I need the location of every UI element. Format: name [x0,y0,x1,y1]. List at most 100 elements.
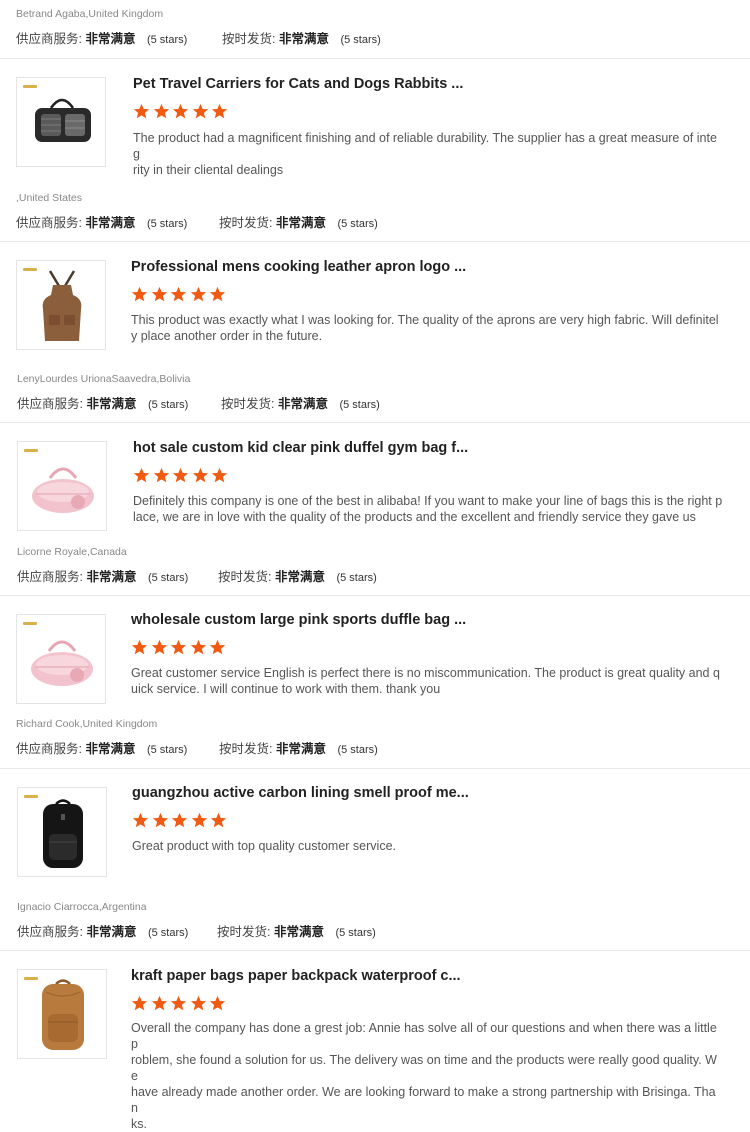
star-icon [151,286,167,302]
product-title[interactable]: Professional mens cooking leather apron … [131,259,466,275]
star-icon [152,812,168,828]
star-icon [170,639,187,655]
product-thumbnail[interactable] [16,260,106,350]
comment-line: This product was exactly what I was look… [131,313,719,327]
review-card: kraft paper bags paper backpack waterpro… [0,951,750,1131]
apron-icon [42,270,82,341]
supplier-service-value: 非常满意 [86,925,137,939]
star-icon [133,467,150,483]
ratings-row: 供应商服务: 非常满意 (5 stars) 按时发货: 非常满意 (5 star… [17,393,380,412]
comment-line: The product had a magnificent finishing … [133,131,717,161]
supplier-service-label: 供应商服务: [16,742,82,756]
star-icon [151,639,167,655]
star-icon [211,103,228,119]
reviewer-name: LenyLourdes UrionaSaavedra,Bolivia [17,373,191,385]
star-rating [131,995,229,1013]
product-title[interactable]: kraft paper bags paper backpack waterpro… [131,968,461,984]
comment-line: Great product with top quality customer … [132,839,397,853]
star-icon [131,639,148,655]
product-thumbnail[interactable] [16,614,106,704]
star-rating [131,639,229,657]
product-thumbnail[interactable] [17,787,107,877]
supplier-service-label: 供应商服务: [17,925,83,939]
product-title[interactable]: guangzhou active carbon lining smell pro… [132,785,469,801]
supplier-service-value: 非常满意 [86,397,137,411]
supplier-service-stars: (5 stars) [147,399,189,411]
ratings-row: 供应商服务: 非常满意 (5 stars) 按时发货: 非常满意 (5 star… [16,738,378,757]
star-icon [191,812,207,828]
product-thumbnail[interactable] [17,969,107,1059]
star-rating [133,103,231,121]
pink-duffel-bag-icon [31,640,93,686]
supplier-service-stars: (5 stars) [146,34,188,46]
comment-line: lace, we are in love with the quality of… [133,510,696,524]
star-icon [210,812,227,828]
star-icon [190,286,206,302]
on-time-group: 按时发货: 非常满意 (5 stars) [221,393,380,412]
on-time-value: 非常满意 [274,570,325,584]
comment-line: rity in their cliental dealings [133,163,284,177]
on-time-label: 按时发货: [217,925,271,939]
star-icon [153,103,169,119]
on-time-value: 非常满意 [275,742,326,756]
on-time-label: 按时发货: [222,32,276,46]
on-time-label: 按时发货: [218,570,272,584]
ratings-row: 供应商服务: 非常满意 (5 stars) 按时发货: 非常满意 (5 star… [17,566,377,585]
pet-carrier-icon [35,98,91,142]
ratings-row: 供应商服务: 非常满意 (5 stars) 按时发货: 非常满意 (5 star… [16,28,381,47]
on-time-group: 按时发货: 非常满意 (5 stars) [218,566,377,585]
supplier-service-label: 供应商服务: [16,32,82,46]
supplier-service-stars: (5 stars) [146,744,188,756]
star-icon [209,639,226,655]
product-thumbnail[interactable] [17,441,107,531]
review-card: guangzhou active carbon lining smell pro… [0,769,750,951]
product-title[interactable]: Pet Travel Carriers for Cats and Dogs Ra… [133,76,463,92]
supplier-service-label: 供应商服务: [17,570,83,584]
review-comment: Great product with top quality customer … [132,838,722,854]
review-card: Professional mens cooking leather apron … [0,242,750,423]
on-time-stars: (5 stars) [339,399,380,411]
review-card: wholesale custom large pink sports duffl… [0,596,750,769]
star-icon [131,995,148,1011]
supplier-service-stars: (5 stars) [147,572,189,584]
product-title[interactable]: hot sale custom kid clear pink duffel gy… [133,440,468,456]
comment-line: Great customer service English is perfec… [131,666,720,680]
kraft-backpack-icon [42,979,84,1050]
comment-line: ks. [131,1117,147,1131]
supplier-service-label: 供应商服务: [17,397,83,411]
star-icon [153,467,169,483]
review-comment: Overall the company has done a grest job… [131,1020,721,1132]
star-icon [151,995,167,1011]
on-time-group: 按时发货: 非常满意 (5 stars) [217,921,376,940]
product-title[interactable]: wholesale custom large pink sports duffl… [131,612,466,628]
on-time-value: 非常满意 [278,32,329,46]
pink-duffel-bag-icon [32,467,94,513]
star-rating [131,286,229,304]
review-card: hot sale custom kid clear pink duffel gy… [0,423,750,596]
comment-line: Overall the company has done a grest job… [131,1021,717,1051]
star-icon [190,639,206,655]
star-icon [172,467,189,483]
reviewer-name: Ignacio Ciarrocca,Argentina [17,901,147,913]
black-backpack-icon [43,799,83,868]
supplier-service-stars: (5 stars) [147,927,189,939]
supplier-service-label: 供应商服务: [16,216,82,230]
on-time-stars: (5 stars) [340,34,381,46]
on-time-value: 非常满意 [277,397,328,411]
on-time-stars: (5 stars) [336,572,377,584]
reviewer-name: Licorne Royale,Canada [17,546,127,558]
reviewer-name: Betrand Agaba,United Kingdom [16,8,164,20]
on-time-stars: (5 stars) [335,927,376,939]
on-time-label: 按时发货: [221,397,275,411]
star-rating [132,812,230,830]
ratings-row: 供应商服务: 非常满意 (5 stars) 按时发货: 非常满意 (5 star… [16,212,378,231]
product-thumbnail[interactable] [16,77,106,167]
comment-line: have already made another order. We are … [131,1085,716,1115]
comment-line: roblem, she found a solution for us. The… [131,1053,717,1083]
ratings-row: 供应商服务: 非常满意 (5 stars) 按时发货: 非常满意 (5 star… [17,921,376,940]
star-icon [209,286,226,302]
on-time-value: 非常满意 [273,925,324,939]
comment-line: y place another order in the future. [131,329,323,343]
comment-line: uick service. I will continue to work wi… [131,682,441,696]
star-icon [209,995,226,1011]
